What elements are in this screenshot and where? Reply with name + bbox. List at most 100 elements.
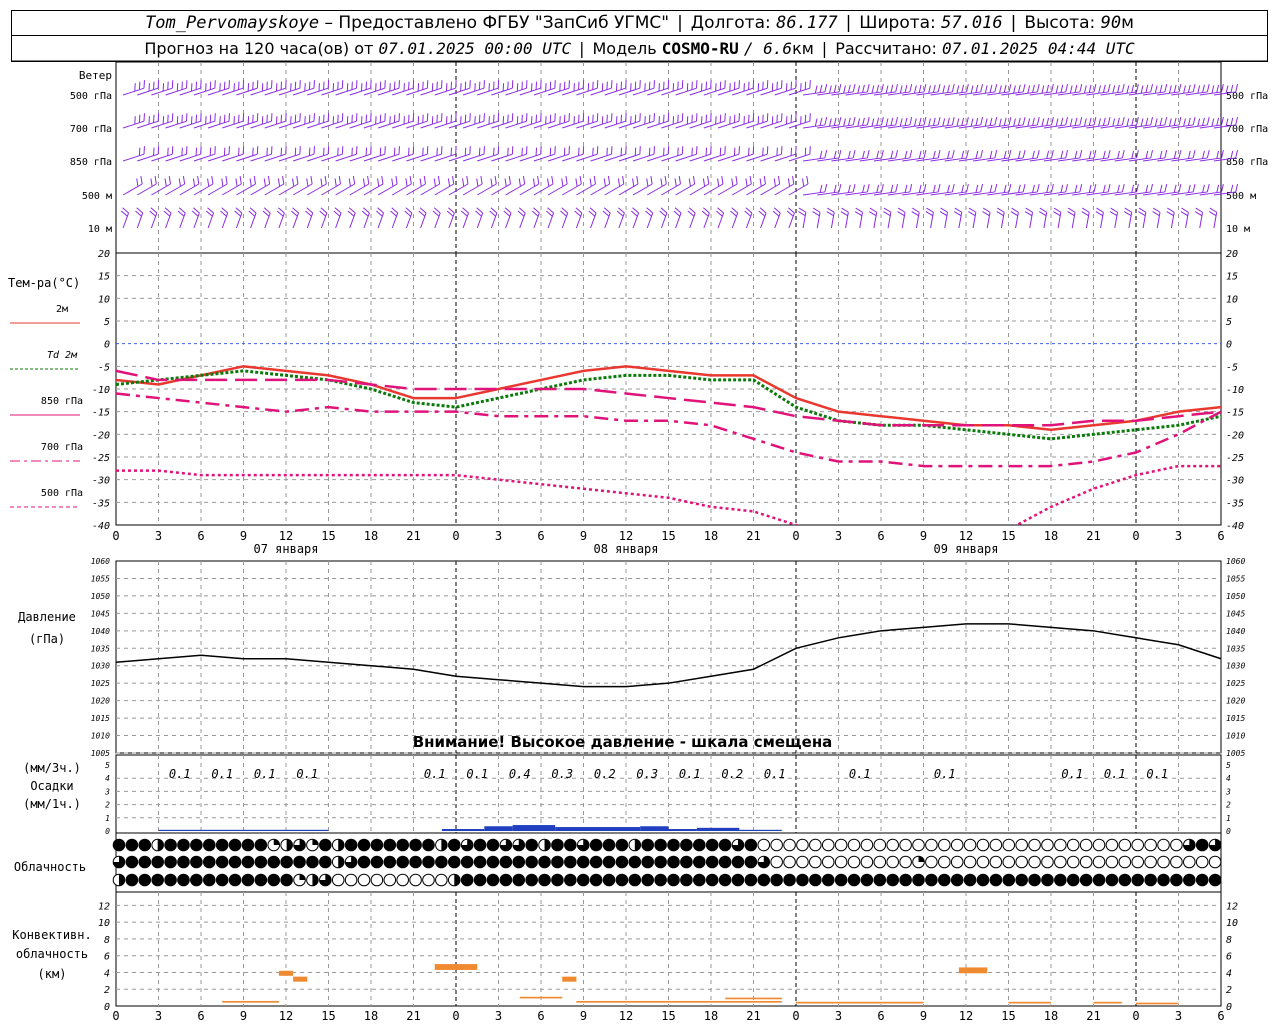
wind-barb-feather <box>1221 150 1224 159</box>
wind-barb-feather <box>574 210 582 217</box>
wind-barb-feather <box>547 178 550 187</box>
wind-barb <box>897 207 906 229</box>
wind-barb-feather <box>1102 150 1106 159</box>
wind-barb-feather <box>731 207 739 214</box>
precip-3h-value: 0.4 <box>509 767 531 781</box>
cloud-symbol <box>1170 838 1183 852</box>
cloud-symbol <box>628 873 642 887</box>
wind-barb-feather <box>1022 117 1026 126</box>
cloud-symbol <box>809 855 822 869</box>
wind-barb-feather <box>862 117 865 126</box>
wind-barb-feather <box>381 176 384 185</box>
wind-barb-feather <box>828 118 832 127</box>
temp-tick-left: 10 <box>98 294 110 305</box>
pressure-warning: Внимание! Высокое давление - шкала смеще… <box>412 733 833 751</box>
cloud-circle <box>744 855 758 869</box>
cloud-circle <box>886 838 900 852</box>
wind-barb <box>236 146 259 162</box>
wind-barb <box>772 207 781 229</box>
cloud-symbol <box>963 838 977 852</box>
cloud-circle <box>1144 873 1157 887</box>
pressure-tick-right: 1040 <box>1226 627 1245 636</box>
cloud-circle <box>705 855 719 869</box>
wind-barb-feather <box>1195 207 1203 213</box>
precip-tick-left: 4 <box>105 774 110 783</box>
cloud-circle <box>215 838 229 852</box>
wind-barb-feather <box>1065 117 1069 126</box>
conv-tick-left: 12 <box>98 901 110 912</box>
wind-barb-feather <box>928 118 931 127</box>
wind-barb-feather <box>989 150 993 159</box>
cloud-circle <box>190 838 203 852</box>
wind-barb-feather <box>338 176 341 185</box>
wind-barb <box>179 113 202 129</box>
wind-barb <box>590 80 613 96</box>
wind-barb-feather <box>154 176 157 185</box>
cloud-symbol <box>1144 838 1157 852</box>
wind-label: Ветер <box>79 69 112 82</box>
wind-barb-feather <box>923 117 927 126</box>
precip-tick-right: 2 <box>1226 801 1231 810</box>
wind-barb-feather <box>911 211 919 217</box>
wind-barb-feather <box>1167 207 1175 213</box>
wind-barb-feather <box>980 150 984 159</box>
wind-barb-feather <box>1168 85 1172 94</box>
wind-barb <box>191 207 200 229</box>
bottom-time-tick: 9 <box>920 1009 927 1023</box>
cloud-symbol <box>202 873 216 887</box>
wind-barb-feather <box>448 207 455 214</box>
wind-barb-feather <box>518 178 521 187</box>
wind-barb-feather <box>324 176 327 185</box>
wind-barb-feather <box>1065 184 1069 193</box>
cloud-symbol <box>1131 855 1145 869</box>
wind-barb-feather <box>377 207 384 214</box>
cloud-symbol <box>551 873 564 887</box>
precip-bar <box>555 827 641 831</box>
wind-barb-feather <box>854 211 863 217</box>
wind-barb-feather <box>1164 84 1168 93</box>
wind-barb-feather <box>1173 150 1177 159</box>
wind-barb <box>250 80 273 96</box>
wind-barb-feather <box>1079 84 1083 93</box>
cloud-circle <box>976 838 990 852</box>
wind-barb-feather <box>883 207 892 213</box>
cloud-circle <box>177 873 190 887</box>
cloud-circle <box>564 873 577 887</box>
cloud-symbol <box>447 855 461 869</box>
wind-barb <box>347 207 356 229</box>
wind-barb-feather <box>961 150 965 159</box>
wind-barb-feather <box>824 150 828 159</box>
cloud-circle <box>899 838 912 852</box>
cloud-circle <box>564 838 577 852</box>
wind-barb-feather <box>1107 184 1111 193</box>
wind-barb-feather <box>646 178 649 187</box>
wind-barb-feather <box>862 84 865 93</box>
cloud-circle <box>1066 855 1080 869</box>
cloud-symbol <box>757 873 771 887</box>
wind-barb <box>505 146 528 162</box>
wind-barb-feather <box>561 207 569 214</box>
wind-level-left: 10 м <box>88 224 112 235</box>
wind-barb <box>307 80 330 96</box>
wind-barb-feather <box>404 210 412 217</box>
wind-barb-feather <box>193 207 200 214</box>
cloud-circle <box>1015 855 1028 869</box>
wind-barb <box>207 146 230 162</box>
wind-barb-feather <box>1150 150 1154 159</box>
wind-barb <box>1166 207 1175 229</box>
wind-barb-feather <box>164 178 167 187</box>
wind-barb-feather <box>1051 184 1054 193</box>
wind-barb <box>321 80 344 96</box>
wind-barb-feather <box>1216 117 1220 126</box>
wind-barb-feather <box>1178 84 1182 93</box>
precip-3h-value: 0.3 <box>636 767 658 781</box>
time-tick: 15 <box>1001 529 1015 543</box>
time-tick: 15 <box>661 529 675 543</box>
wind-barb <box>732 146 755 162</box>
wind-barb-feather <box>1216 184 1220 193</box>
conv-bar <box>1093 1001 1122 1004</box>
time-tick: 9 <box>240 529 247 543</box>
cloud-circle <box>138 838 152 852</box>
precip-3h-value: 0.1 <box>424 767 446 781</box>
cloud-circle <box>834 873 848 887</box>
